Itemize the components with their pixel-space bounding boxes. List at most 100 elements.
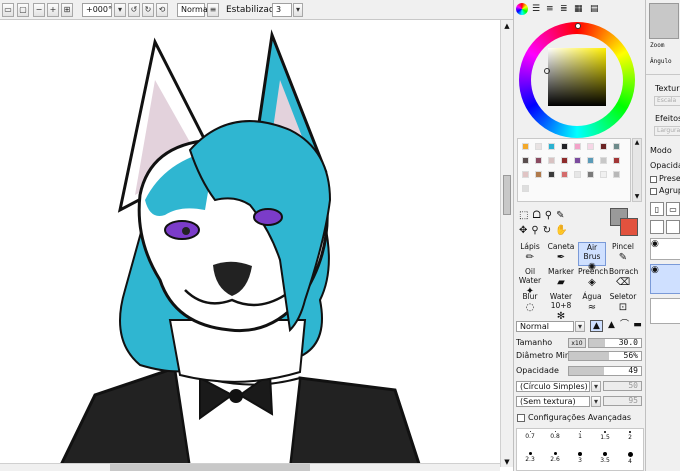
brush-blend-select[interactable]: Normal bbox=[516, 321, 574, 332]
color-swatch[interactable] bbox=[574, 157, 581, 164]
sliders-tab-icon[interactable]: ☰ bbox=[532, 4, 542, 14]
texture-scale-field[interactable]: Escala bbox=[654, 96, 680, 106]
selection-tools[interactable]: ⬚ᗝ⚲✎ bbox=[519, 210, 568, 221]
brush-size-preset[interactable]: 2 bbox=[617, 431, 643, 444]
brush-texture-dropdown[interactable]: ▾ bbox=[591, 396, 601, 407]
swatch-grid[interactable] bbox=[517, 138, 631, 202]
brush-size-preset[interactable]: 0.7 bbox=[517, 431, 543, 444]
color-swatch[interactable] bbox=[587, 143, 594, 150]
brush-shape-round-icon[interactable]: ▲ bbox=[605, 320, 618, 332]
color-swatch[interactable] bbox=[522, 171, 529, 178]
color-swatch[interactable] bbox=[561, 157, 568, 164]
brush-shape-dropdown[interactable]: ▾ bbox=[591, 381, 601, 392]
color-swatch[interactable] bbox=[574, 143, 581, 150]
layer-row[interactable] bbox=[650, 298, 680, 324]
scroll-up-icon[interactable]: ▲ bbox=[502, 22, 512, 32]
rotate-icon[interactable]: ↻ bbox=[543, 225, 555, 236]
deselect-button[interactable]: ▭ bbox=[2, 3, 14, 17]
rotate-right-button[interactable]: ↻ bbox=[142, 3, 154, 17]
scroll-down-icon[interactable]: ▼ bbox=[633, 193, 641, 200]
scroll-thumb[interactable] bbox=[503, 175, 511, 215]
blend-mode-field[interactable]: Normal bbox=[177, 3, 210, 17]
color-swatch[interactable] bbox=[535, 143, 542, 150]
color-swatch[interactable] bbox=[587, 157, 594, 164]
layer-row-selected[interactable]: ◉ bbox=[650, 264, 680, 294]
tool-marker[interactable]: Marker ▰ bbox=[547, 267, 575, 291]
eye-icon[interactable]: ◉ bbox=[651, 265, 659, 275]
color-swatch[interactable] bbox=[587, 171, 594, 178]
color-swatch[interactable] bbox=[522, 185, 529, 192]
brush-size-preset[interactable]: 3 bbox=[567, 452, 593, 465]
stabilizer-field[interactable]: 3 bbox=[272, 3, 292, 17]
clipping-group-checkbox[interactable] bbox=[650, 188, 657, 195]
tool--gua[interactable]: Água ≈ bbox=[578, 292, 606, 316]
new-folder-icon[interactable]: ▭ bbox=[666, 202, 680, 216]
rotation-dropdown[interactable]: ▾ bbox=[114, 3, 126, 17]
color-swatch[interactable] bbox=[613, 157, 620, 164]
color-swatch[interactable] bbox=[574, 171, 581, 178]
color-swatch[interactable] bbox=[613, 143, 620, 150]
brush-shape-select[interactable]: (Círculo Simples) bbox=[516, 381, 590, 392]
tool-preench[interactable]: Preench ◈ bbox=[578, 267, 608, 291]
swatch-scrollbar[interactable]: ▲ ▼ bbox=[632, 138, 642, 202]
canvas-vertical-scrollbar[interactable]: ▲ ▼ bbox=[500, 20, 513, 467]
color-swatch[interactable] bbox=[522, 143, 529, 150]
color-square[interactable] bbox=[548, 48, 606, 106]
layer-tool-icon[interactable] bbox=[666, 220, 680, 234]
size-multiplier[interactable]: x10 bbox=[568, 338, 586, 348]
zoom-out-button[interactable]: − bbox=[33, 3, 45, 17]
color-swatch[interactable] bbox=[548, 143, 555, 150]
brush-shape-soft-icon[interactable]: ⌒ bbox=[618, 320, 631, 332]
eyedropper-icon[interactable]: ✎ bbox=[556, 210, 568, 221]
tool-seletor[interactable]: Seletor ⊡ bbox=[609, 292, 637, 316]
brush-shape-flat-icon[interactable]: ▬ bbox=[631, 320, 644, 332]
tool-water-10-8[interactable]: Water 10+8 ✻ bbox=[547, 292, 575, 322]
canvas-horizontal-scrollbar[interactable] bbox=[0, 463, 500, 471]
swatches-tab-icon[interactable]: ▤ bbox=[590, 4, 600, 14]
preserve-opacity-checkbox[interactable] bbox=[650, 176, 657, 183]
tool-air-brus[interactable]: Air Brus ✺ bbox=[578, 242, 606, 273]
brush-blend-dropdown[interactable]: ▾ bbox=[575, 321, 585, 332]
rotation-field[interactable]: +000° bbox=[82, 3, 112, 17]
color-swatch[interactable] bbox=[548, 171, 555, 178]
color-wheel[interactable] bbox=[519, 22, 635, 138]
blend-mode-dropdown[interactable]: ≡ bbox=[207, 3, 219, 17]
rgb-tab-icon[interactable]: ≡ bbox=[546, 4, 556, 14]
new-layer-icon[interactable]: ▯ bbox=[650, 202, 664, 216]
color-swatch[interactable] bbox=[548, 157, 555, 164]
lasso-icon[interactable]: ᗝ bbox=[532, 210, 544, 221]
color-swatch[interactable] bbox=[600, 143, 607, 150]
stabilizer-dropdown[interactable]: ▾ bbox=[293, 3, 303, 17]
effects-width-field[interactable]: Largura bbox=[654, 126, 680, 136]
color-swatch[interactable] bbox=[613, 171, 620, 178]
color-swatch[interactable] bbox=[600, 171, 607, 178]
color-swatch[interactable] bbox=[522, 157, 529, 164]
zoom-icon[interactable]: ⚲ bbox=[531, 225, 542, 236]
transform-tools[interactable]: ✥⚲↻✋ bbox=[519, 225, 572, 236]
layer-tool-icon[interactable] bbox=[650, 220, 664, 234]
color-swatch[interactable] bbox=[535, 157, 542, 164]
brush-size-preset[interactable]: 0.8 bbox=[542, 431, 568, 444]
scroll-up-icon[interactable]: ▲ bbox=[633, 139, 641, 146]
tool-blur[interactable]: Blur ◌ bbox=[516, 292, 544, 316]
tool-oil-water[interactable]: Oil Water ✦ bbox=[516, 267, 544, 297]
tool-borrach[interactable]: Borrach ⌫ bbox=[609, 267, 638, 291]
brush-texture-select[interactable]: (Sem textura) bbox=[516, 396, 590, 407]
hand-icon[interactable]: ✋ bbox=[555, 225, 571, 236]
scroll-down-icon[interactable]: ▼ bbox=[502, 458, 512, 466]
tool-pincel[interactable]: Pincel ✎ bbox=[609, 242, 637, 266]
magic-wand-icon[interactable]: ⚲ bbox=[545, 210, 556, 221]
color-swatch[interactable] bbox=[561, 171, 568, 178]
zoom-fit-button[interactable]: ⊞ bbox=[61, 3, 73, 17]
color-swatch[interactable] bbox=[535, 171, 542, 178]
drawing-canvas[interactable] bbox=[0, 20, 500, 467]
mixer-tab-icon[interactable]: ▦ bbox=[574, 4, 584, 14]
navigator-preview[interactable] bbox=[649, 3, 679, 39]
brush-shape-sharp-icon[interactable]: ▲ bbox=[590, 320, 603, 332]
color-swatch[interactable] bbox=[600, 157, 607, 164]
color-swatch[interactable] bbox=[561, 143, 568, 150]
brush-size-preset[interactable]: 3.5 bbox=[592, 452, 618, 465]
brush-size-preset[interactable]: 1 bbox=[567, 431, 593, 444]
brush-size-preset[interactable]: 2.3 bbox=[517, 452, 543, 465]
rect-select-icon[interactable]: ⬚ bbox=[519, 210, 532, 221]
